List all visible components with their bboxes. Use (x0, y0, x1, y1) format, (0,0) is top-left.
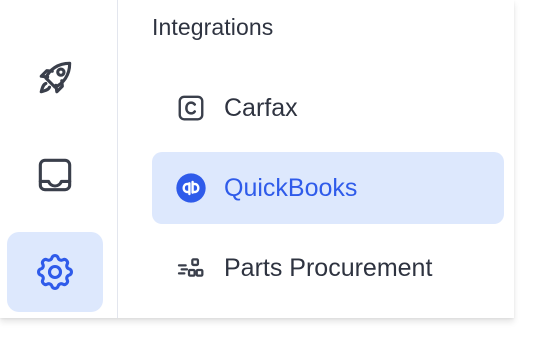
nav-label-parts-procurement: Parts Procurement (224, 253, 433, 282)
icon-rail (0, 0, 118, 318)
gear-icon (33, 250, 77, 294)
parts-procurement-icon (175, 252, 207, 284)
inbox-icon (33, 153, 77, 197)
rocket-icon (33, 56, 77, 100)
rail-item-launch[interactable] (7, 38, 103, 118)
settings-frame: Integrations Carfax QuickBooks Parts Pro… (0, 0, 514, 318)
panel-heading: Integrations (152, 14, 274, 40)
carfax-c-icon (175, 92, 207, 124)
nav-item-quickbooks[interactable]: QuickBooks (152, 152, 504, 224)
rail-item-settings[interactable] (7, 232, 103, 312)
quickbooks-logo-icon (175, 172, 207, 204)
integrations-panel: Integrations Carfax QuickBooks Parts Pro… (119, 0, 514, 318)
nav-label-carfax: Carfax (224, 93, 298, 122)
rail-item-inbox[interactable] (7, 135, 103, 215)
nav-label-quickbooks: QuickBooks (224, 173, 358, 202)
nav-item-parts-procurement[interactable]: Parts Procurement (152, 232, 504, 304)
nav-item-carfax[interactable]: Carfax (152, 72, 504, 144)
